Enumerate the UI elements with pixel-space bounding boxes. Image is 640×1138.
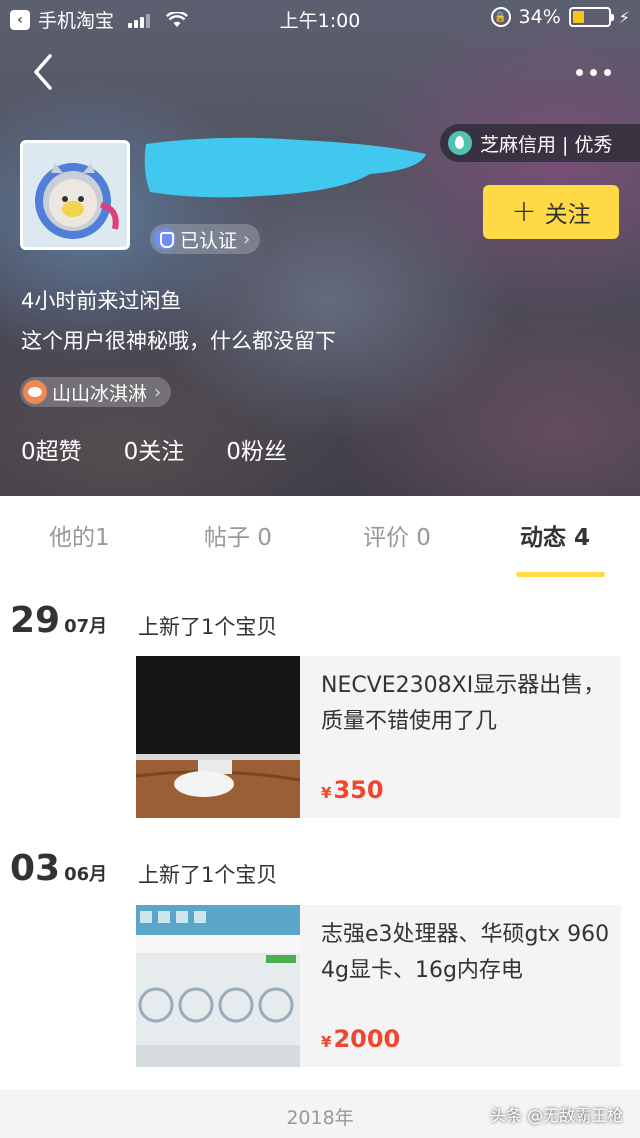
avatar[interactable] bbox=[20, 140, 130, 250]
listing-thumbnail bbox=[136, 656, 300, 818]
verified-label: 已认证 bbox=[180, 229, 238, 252]
more-options-icon[interactable] bbox=[576, 62, 616, 82]
watermark: 头条 @无敌霸王枪 bbox=[490, 1106, 624, 1125]
profile-stats: 0超赞 0关注 0粉丝 bbox=[21, 432, 287, 466]
sesame-credit-icon bbox=[448, 131, 472, 155]
monitor-photo bbox=[136, 656, 300, 818]
feed-date: 03 06月 bbox=[10, 848, 107, 889]
screen-photo bbox=[136, 905, 300, 1067]
listing-price: ¥350 bbox=[321, 776, 384, 804]
tab-posts[interactable]: 帖子 0 bbox=[204, 518, 272, 552]
battery-percent: 34% bbox=[518, 6, 561, 28]
price-value: 2000 bbox=[333, 1025, 401, 1053]
feed-caption: 上新了1个宝贝 bbox=[138, 863, 278, 887]
stat-likes[interactable]: 0超赞 bbox=[21, 432, 82, 466]
feed-caption: 上新了1个宝贝 bbox=[138, 615, 278, 639]
listing-card[interactable]: NECVE2308XI显示器出售，质量不错使用了几 ¥350 bbox=[136, 656, 621, 818]
avatar-illustration bbox=[23, 143, 127, 247]
charging-icon: ⚡ bbox=[618, 7, 630, 27]
redacted-username bbox=[144, 137, 426, 198]
listing-title: NECVE2308XI显示器出售，质量不错使用了几 bbox=[321, 673, 606, 734]
rotation-lock-icon: 🔒 bbox=[490, 7, 511, 27]
currency-symbol: ¥ bbox=[321, 784, 332, 802]
tab-reviews[interactable]: 评价 0 bbox=[363, 518, 431, 552]
follow-label: 关注 bbox=[544, 202, 591, 228]
price-value: 350 bbox=[333, 776, 384, 804]
sesame-credit-tag[interactable]: 芝麻信用 | 优秀 bbox=[440, 124, 640, 162]
tab-items[interactable]: 他的1 bbox=[49, 518, 110, 552]
active-tab-indicator bbox=[516, 572, 605, 577]
listing-title: 志强e3处理器、华硕gtx 960 4g显卡、16g内存电 bbox=[321, 922, 610, 983]
feed-date: 29 07月 bbox=[10, 600, 107, 641]
stat-followers[interactable]: 0粉丝 bbox=[226, 432, 287, 466]
status-bar: ‹ 手机淘宝 上午1:00 🔒 34% ⚡ bbox=[0, 0, 640, 36]
verified-badge[interactable]: 已认证 › bbox=[150, 224, 261, 254]
feed-month: 07月 bbox=[64, 616, 108, 637]
listing-thumbnail bbox=[136, 905, 300, 1067]
stat-following[interactable]: 0关注 bbox=[124, 432, 185, 466]
profile-header: ‹ 手机淘宝 上午1:00 🔒 34% ⚡ 芝麻信用 | 优秀 已认证 › + … bbox=[0, 0, 640, 496]
feed-day: 29 bbox=[10, 600, 61, 641]
verified-icon bbox=[154, 228, 176, 250]
feed-day: 03 bbox=[10, 848, 61, 889]
feed-month: 06月 bbox=[64, 864, 108, 885]
sesame-credit-label: 芝麻信用 | 优秀 bbox=[480, 133, 613, 156]
plus-icon: + bbox=[511, 194, 537, 229]
bio-text: 这个用户很神秘哦，什么都没留下 bbox=[21, 329, 336, 353]
back-arrow-icon[interactable] bbox=[30, 52, 56, 92]
chevron-right-icon: › bbox=[243, 228, 251, 250]
battery-icon bbox=[568, 7, 614, 27]
currency-symbol: ¥ bbox=[321, 1033, 332, 1051]
listing-card[interactable]: 志强e3处理器、华硕gtx 960 4g显卡、16g内存电 ¥2000 bbox=[136, 905, 621, 1067]
last-seen-text: 4小时前来过闲鱼 bbox=[21, 289, 182, 313]
weibo-icon bbox=[23, 380, 47, 404]
tab-activity[interactable]: 动态 4 bbox=[520, 518, 590, 552]
listing-price: ¥2000 bbox=[321, 1025, 400, 1053]
profile-tabs: 他的1 帖子 0 评价 0 动态 4 bbox=[0, 496, 640, 580]
follow-button[interactable]: + 关注 bbox=[483, 185, 619, 239]
weibo-link[interactable]: 山山冰淇淋 › bbox=[20, 377, 172, 407]
weibo-name: 山山冰淇淋 bbox=[52, 382, 148, 405]
chevron-right-icon: › bbox=[154, 381, 162, 403]
